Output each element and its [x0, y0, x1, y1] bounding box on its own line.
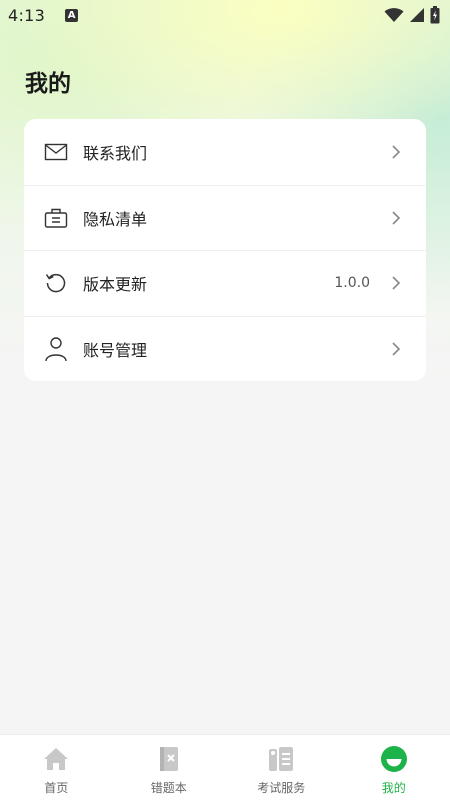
exam-service-icon [267, 745, 295, 773]
chevron-right-icon [392, 342, 401, 356]
bottom-tab-bar: 首页 错题本 考试服务 我的 [0, 734, 450, 800]
refresh-icon [44, 271, 68, 295]
menu-item-account-management[interactable]: 账号管理 [24, 315, 426, 382]
wifi-icon [384, 8, 404, 22]
tab-exam-service[interactable]: 考试服务 [225, 735, 338, 800]
tab-label: 首页 [44, 781, 69, 795]
menu-item-label: 版本更新 [83, 275, 148, 295]
tab-label: 我的 [381, 781, 406, 795]
wrong-notebook-icon [155, 745, 183, 773]
page-title: 我的 [25, 71, 71, 97]
cell-signal-icon [410, 8, 424, 22]
menu-item-label: 隐私清单 [83, 209, 148, 229]
menu-item-contact-us[interactable]: 联系我们 [24, 119, 426, 185]
battery-icon [430, 6, 440, 24]
tab-label: 错题本 [150, 781, 187, 795]
menu-item-privacy-list[interactable]: 隐私清单 [24, 184, 426, 251]
tab-profile[interactable]: 我的 [338, 735, 450, 800]
settings-menu-card: 联系我们 隐私清单 版本更新 1.0.0 账号管理 [24, 119, 426, 381]
status-icons [384, 6, 440, 24]
menu-item-label: 联系我们 [83, 143, 148, 163]
tab-home[interactable]: 首页 [0, 735, 113, 800]
tab-wrong-notebook[interactable]: 错题本 [113, 735, 226, 800]
user-icon [44, 337, 68, 361]
status-time: 4:13 [8, 5, 46, 25]
menu-item-version-update[interactable]: 版本更新 1.0.0 [24, 250, 426, 316]
profile-face-icon [380, 745, 408, 773]
version-number: 1.0.0 [334, 275, 370, 292]
home-icon [42, 745, 70, 773]
menu-item-label: 账号管理 [83, 340, 148, 360]
chevron-right-icon [392, 211, 401, 225]
chevron-right-icon [392, 145, 401, 159]
mail-icon [44, 140, 68, 164]
tab-label: 考试服务 [257, 781, 306, 795]
status-bar: 4:13 A [0, 0, 450, 30]
briefcase-icon [44, 206, 68, 230]
notification-icon: A [65, 8, 79, 22]
chevron-right-icon [392, 276, 401, 290]
